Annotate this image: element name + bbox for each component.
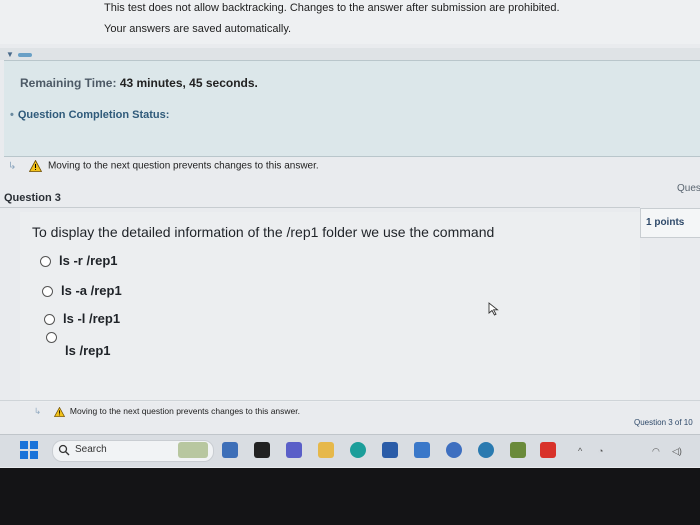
- answer-option-label: ls -a /rep1: [61, 283, 122, 298]
- warning-text: Moving to the next question prevents cha…: [47, 160, 319, 172]
- answer-option-label: ls /rep1: [65, 343, 111, 358]
- warning-message-top: ↳ Moving to the next question prevents c…: [8, 160, 319, 172]
- vpn-icon[interactable]: [478, 442, 494, 458]
- game-icon[interactable]: [222, 442, 238, 458]
- completion-status-label: Question Completion Status:: [17, 109, 170, 121]
- remaining-time-label: Remaining Time:: [20, 76, 117, 90]
- arrow-icon: ↳: [34, 406, 42, 416]
- volume-icon[interactable]: ◁): [672, 446, 682, 457]
- chevron-up-icon[interactable]: ^: [578, 446, 582, 456]
- office-icon[interactable]: [540, 442, 556, 458]
- brush-icon[interactable]: [510, 442, 526, 458]
- network-icon[interactable]: ◔: [598, 446, 603, 456]
- edge-icon[interactable]: [350, 442, 366, 458]
- question-text: To display the detailed information of t…: [32, 224, 495, 240]
- radio-button-icon[interactable]: [44, 314, 55, 326]
- app-icon[interactable]: [414, 442, 430, 458]
- search-icon: [58, 444, 70, 456]
- answer-option-4[interactable]: ls /rep1: [46, 332, 111, 358]
- warning-text: Moving to the next question prevents cha…: [69, 406, 300, 416]
- laptop-bezel: [0, 468, 700, 525]
- question-side-label: Ques: [677, 183, 700, 194]
- search-label: Search: [75, 444, 107, 455]
- warning-icon: [29, 160, 43, 172]
- question-body: [20, 212, 640, 402]
- store-icon[interactable]: [254, 442, 270, 458]
- mouse-cursor-icon: [488, 302, 499, 316]
- answer-option-3[interactable]: ls -l /rep1: [44, 311, 120, 326]
- radio-button-icon[interactable]: [40, 256, 51, 268]
- question-header: [0, 187, 640, 208]
- answer-option-1[interactable]: ls -r /rep1: [40, 253, 118, 268]
- collapse-handle[interactable]: [18, 53, 32, 57]
- browser-viewport: This test does not allow backtracking. C…: [0, 0, 700, 468]
- answer-option-label: ls -l /rep1: [63, 311, 121, 326]
- divider: [0, 400, 700, 401]
- autosave-notice: Your answers are saved automatically.: [104, 23, 292, 35]
- store-bag-icon[interactable]: [382, 442, 398, 458]
- backtrack-notice: This test does not allow backtracking. C…: [104, 2, 560, 14]
- test-instructions: This test does not allow backtracking. C…: [0, 0, 700, 44]
- question-completion-status[interactable]: • Question Completion Status:: [10, 109, 169, 121]
- arrow-icon: ↳: [8, 160, 17, 172]
- question-progress: Question 3 of 10: [634, 418, 693, 427]
- answer-option-label: ls -r /rep1: [59, 253, 118, 268]
- widgets-icon[interactable]: [178, 442, 208, 458]
- remaining-time: Remaining Time: 43 minutes, 45 seconds.: [20, 76, 258, 90]
- expand-icon: •: [10, 109, 14, 121]
- answer-option-2[interactable]: ls -a /rep1: [42, 283, 122, 298]
- teams-icon[interactable]: [286, 442, 302, 458]
- radio-button-icon[interactable]: [46, 332, 57, 344]
- collapse-arrow-icon[interactable]: ▼: [6, 50, 14, 59]
- wifi-icon[interactable]: ◠: [652, 446, 660, 457]
- browser-icon[interactable]: [446, 442, 462, 458]
- remaining-time-value: 43 minutes, 45 seconds.: [119, 76, 258, 90]
- question-title: Question 3: [4, 192, 61, 204]
- folder-icon[interactable]: [318, 442, 334, 458]
- warning-message-bottom: ↳ Moving to the next question prevents c…: [34, 406, 300, 417]
- radio-button-icon[interactable]: [42, 286, 53, 298]
- windows-start-icon[interactable]: [20, 441, 38, 459]
- question-points: 1 points: [646, 217, 685, 228]
- collapse-bar[interactable]: [0, 48, 700, 60]
- warning-icon: [53, 406, 65, 417]
